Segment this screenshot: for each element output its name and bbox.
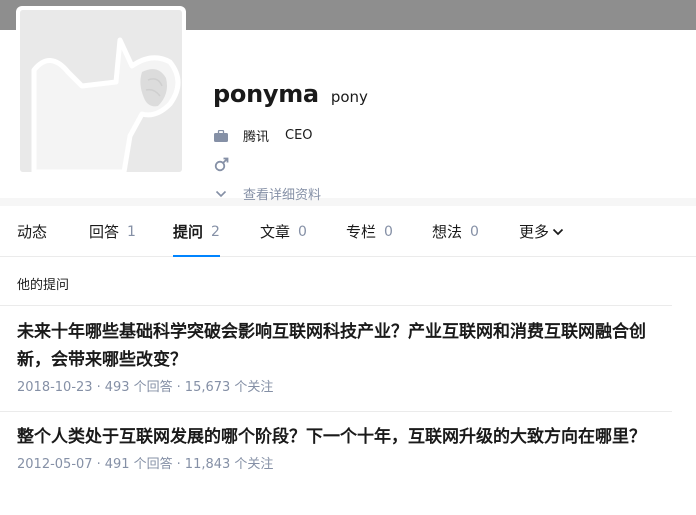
profile-name-row: ponyma pony — [213, 80, 368, 108]
tab-more[interactable]: 更多 — [519, 206, 564, 257]
tab-articles[interactable]: 文章 0 — [260, 206, 307, 257]
view-details-link[interactable]: 查看详细资料 — [243, 184, 321, 203]
chevron-down-icon — [213, 186, 229, 202]
company-name: 腾讯 — [243, 130, 270, 145]
tab-count: 0 — [298, 223, 307, 240]
company-info: 腾讯 CEO — [213, 126, 313, 145]
question-follower-count: 11,843 个关注 — [184, 457, 274, 472]
avatar-frame — [16, 6, 186, 176]
profile-tabs: 动态 回答 1 提问 2 文章 0 专栏 0 想法 0 更多 — [0, 206, 696, 258]
tab-activity[interactable]: 动态 — [17, 206, 47, 257]
question-title[interactable]: 未来十年哪些基础科学突破会影响互联网科技产业？产业互联网和消费互联网融合创新，会… — [17, 318, 677, 374]
tab-questions[interactable]: 提问 2 — [173, 206, 220, 258]
list-item: 整个人类处于互联网发展的哪个阶段？下一个十年，互联网升级的大致方向在哪里？ 20… — [17, 423, 677, 472]
tab-columns[interactable]: 专栏 0 — [346, 206, 393, 257]
questions-list: 他的提问 未来十年哪些基础科学突破会影响互联网科技产业？产业互联网和消费互联网融… — [0, 257, 696, 515]
tab-label: 回答 — [89, 223, 120, 241]
tab-label: 文章 — [260, 223, 291, 241]
job-position: CEO — [285, 128, 313, 143]
tab-count: 0 — [384, 223, 393, 240]
profile-headline: pony — [330, 88, 368, 106]
question-date: 2012-05-07 — [17, 457, 93, 472]
question-meta: 2018-10-23 · 493 个回答 · 15,673 个关注 — [17, 380, 274, 395]
tab-count: 1 — [127, 223, 136, 240]
profile-name: ponyma — [213, 80, 319, 108]
tab-label: 动态 — [17, 223, 48, 241]
gender-info — [213, 156, 243, 172]
question-date: 2018-10-23 — [17, 380, 93, 395]
briefcase-icon — [213, 128, 229, 144]
question-meta: 2012-05-07 · 491 个回答 · 11,843 个关注 — [17, 457, 274, 472]
question-follower-count: 15,673 个关注 — [184, 380, 274, 395]
tab-count: 2 — [211, 223, 220, 240]
avatar[interactable] — [20, 10, 182, 172]
tab-label: 提问 — [173, 223, 204, 241]
question-answer-count[interactable]: 493 个回答 — [105, 380, 173, 395]
details-toggle[interactable]: 查看详细资料 — [213, 184, 321, 203]
list-item: 未来十年哪些基础科学突破会影响互联网科技产业？产业互联网和消费互联网融合创新，会… — [17, 318, 677, 395]
male-icon — [213, 156, 229, 172]
tab-label: 想法 — [432, 223, 463, 241]
tab-count: 0 — [470, 223, 479, 240]
tab-answers[interactable]: 回答 1 — [89, 206, 136, 257]
tab-label: 更多 — [519, 223, 550, 241]
divider — [0, 411, 672, 412]
divider — [0, 305, 672, 306]
section-title: 他的提问 — [17, 278, 70, 293]
tab-label: 专栏 — [346, 223, 377, 241]
chevron-down-icon — [552, 228, 564, 236]
question-title[interactable]: 整个人类处于互联网发展的哪个阶段？下一个十年，互联网升级的大致方向在哪里？ — [17, 423, 677, 451]
question-answer-count[interactable]: 491 个回答 — [105, 457, 173, 472]
tab-thoughts[interactable]: 想法 0 — [432, 206, 479, 257]
